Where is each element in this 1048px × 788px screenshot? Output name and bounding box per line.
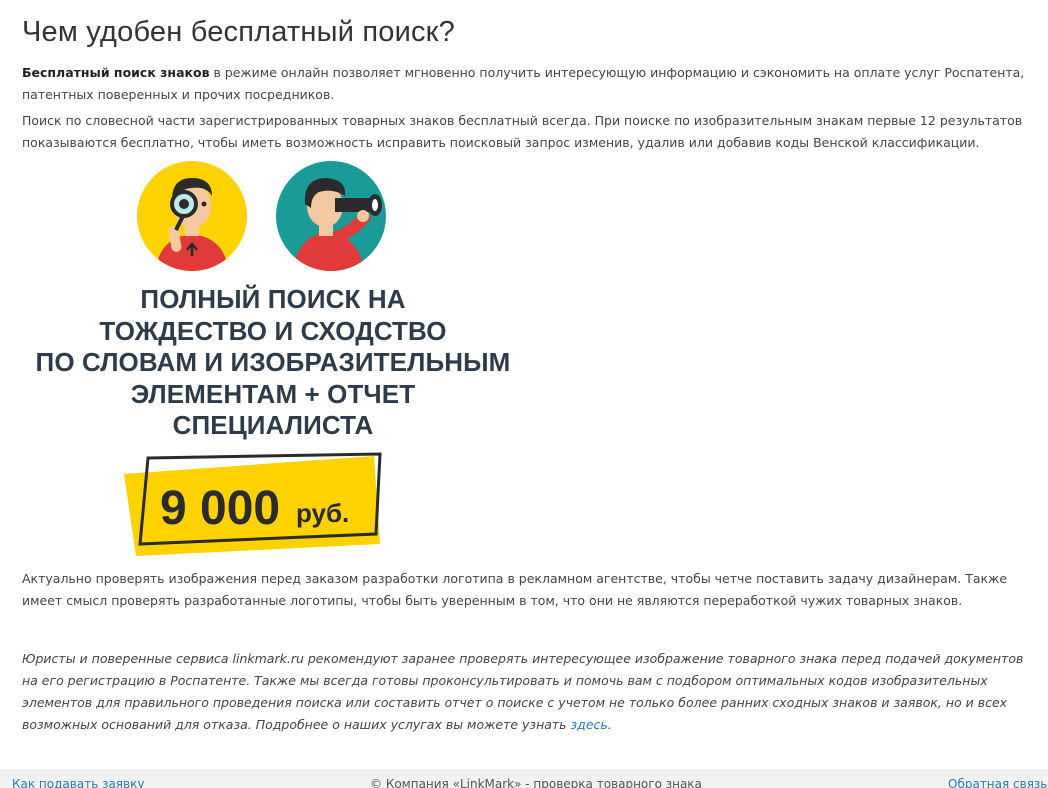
page-title: Чем удобен бесплатный поиск? bbox=[22, 16, 455, 48]
search-info-paragraph: Поиск по словесной части зарегистрирован… bbox=[22, 113, 1023, 150]
note-text: Юристы и поверенные сервиса linkmark.ru … bbox=[22, 651, 1024, 732]
promo-headline-line: ЭЛЕМЕНТАМ + ОТЧЕТ bbox=[130, 378, 416, 409]
promo-headline: ПОЛНЫЙ ПОИСК НА ТОЖДЕСТВО И СХОДСТВО ПО … bbox=[18, 284, 528, 442]
intro-paragraph: Бесплатный поиск знаков в режиме онлайн … bbox=[22, 62, 1032, 106]
promo-headline-line: ПОЛНЫЙ ПОИСК НА bbox=[140, 284, 406, 314]
price-value: 9 000 bbox=[160, 482, 280, 535]
recommendation-note: Юристы и поверенные сервиса linkmark.ru … bbox=[22, 648, 1032, 736]
footer-how-to-apply-link[interactable]: Как подавать заявку bbox=[12, 769, 144, 788]
magnifier-person-icon bbox=[137, 161, 247, 271]
footer: Как подавать заявку © Компания «LinkMark… bbox=[0, 769, 1048, 788]
promo-headline-line: СПЕЦИАЛИСТА bbox=[172, 410, 374, 440]
intro-bold-lead: Бесплатный поиск знаков bbox=[22, 65, 210, 80]
footer-feedback-link[interactable]: Обратная связь bbox=[948, 769, 1047, 788]
footer-copyright: © Компания «LinkMark» - проверка товарно… bbox=[370, 777, 702, 788]
promo-banner: ПОЛНЫЙ ПОИСК НА ТОЖДЕСТВО И СХОДСТВО ПО … bbox=[18, 158, 528, 560]
services-link[interactable]: здесь bbox=[571, 717, 608, 732]
price-tag: 9 000 руб. bbox=[124, 452, 382, 556]
price-currency: руб. bbox=[296, 498, 349, 528]
binoculars-person-icon bbox=[276, 161, 386, 271]
logo-check-paragraph: Актуально проверять изображения перед за… bbox=[22, 571, 1008, 608]
note-end: . bbox=[607, 717, 612, 732]
promo-headline-line: ПО СЛОВАМ И ИЗОБРАЗИТЕЛЬНЫМ bbox=[35, 347, 511, 377]
promo-headline-line: ТОЖДЕСТВО И СХОДСТВО bbox=[99, 315, 447, 346]
